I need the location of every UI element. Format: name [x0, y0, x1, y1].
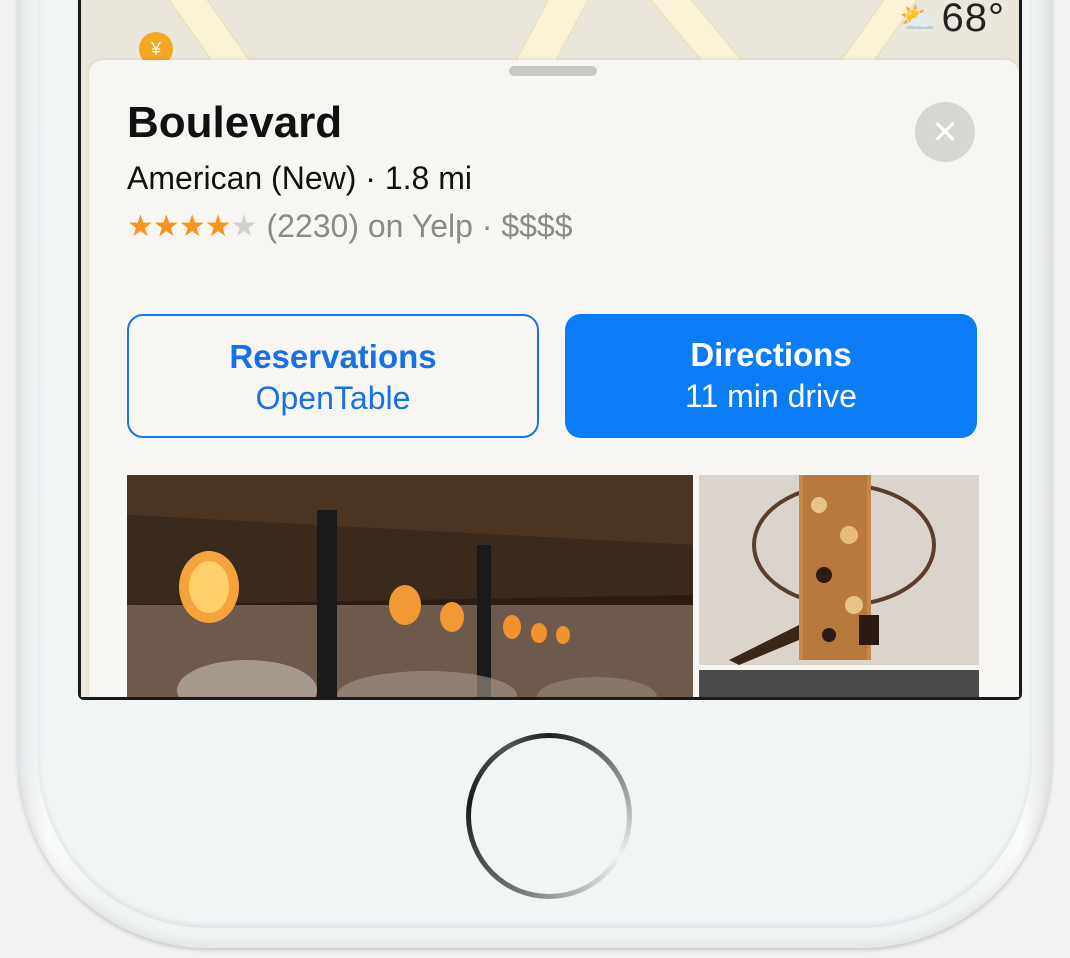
reservations-button-subtitle: OpenTable — [255, 380, 411, 416]
restaurant-interior-photo[interactable] — [127, 475, 693, 697]
restaurant-interior-illustration — [127, 475, 693, 697]
phone-screen: ¥ ⛅ 68° Boulevard ✕ American (New) · 1.8… — [78, 0, 1022, 700]
star-rating-icon: ★★★★★ — [127, 210, 257, 243]
reservations-button[interactable]: Reservations OpenTable — [127, 314, 539, 438]
weather-temperature: 68° — [941, 0, 1005, 40]
directions-button-title: Directions — [690, 336, 852, 373]
place-reviews-price: (2230) on Yelp · $$$$ — [266, 208, 573, 244]
food-photo[interactable] — [699, 670, 979, 697]
directions-button[interactable]: Directions 11 min drive — [565, 314, 977, 438]
home-button[interactable] — [466, 733, 632, 899]
reservations-button-title: Reservations — [229, 338, 437, 375]
dessert-illustration — [699, 475, 979, 665]
card-grabber-handle[interactable] — [509, 66, 597, 76]
close-icon[interactable]: ✕ — [915, 102, 975, 162]
product-screenshot: ¥ ⛅ 68° Boulevard ✕ American (New) · 1.8… — [0, 0, 1070, 958]
place-category-distance: American (New) · 1.8 mi — [127, 160, 472, 196]
place-title: Boulevard — [127, 98, 343, 147]
directions-button-subtitle: 11 min drive — [685, 378, 857, 414]
maps-app: ¥ ⛅ 68° Boulevard ✕ American (New) · 1.8… — [81, 0, 1019, 697]
partly-sunny-icon: ⛅ — [899, 2, 938, 35]
dessert-photo[interactable] — [699, 475, 979, 665]
weather-indicator: ⛅ 68° — [899, 0, 1005, 41]
place-rating[interactable]: ★★★★★ (2230) on Yelp · $$$$ — [127, 208, 573, 245]
place-card[interactable]: Boulevard ✕ American (New) · 1.8 mi ★★★★… — [89, 60, 1019, 697]
